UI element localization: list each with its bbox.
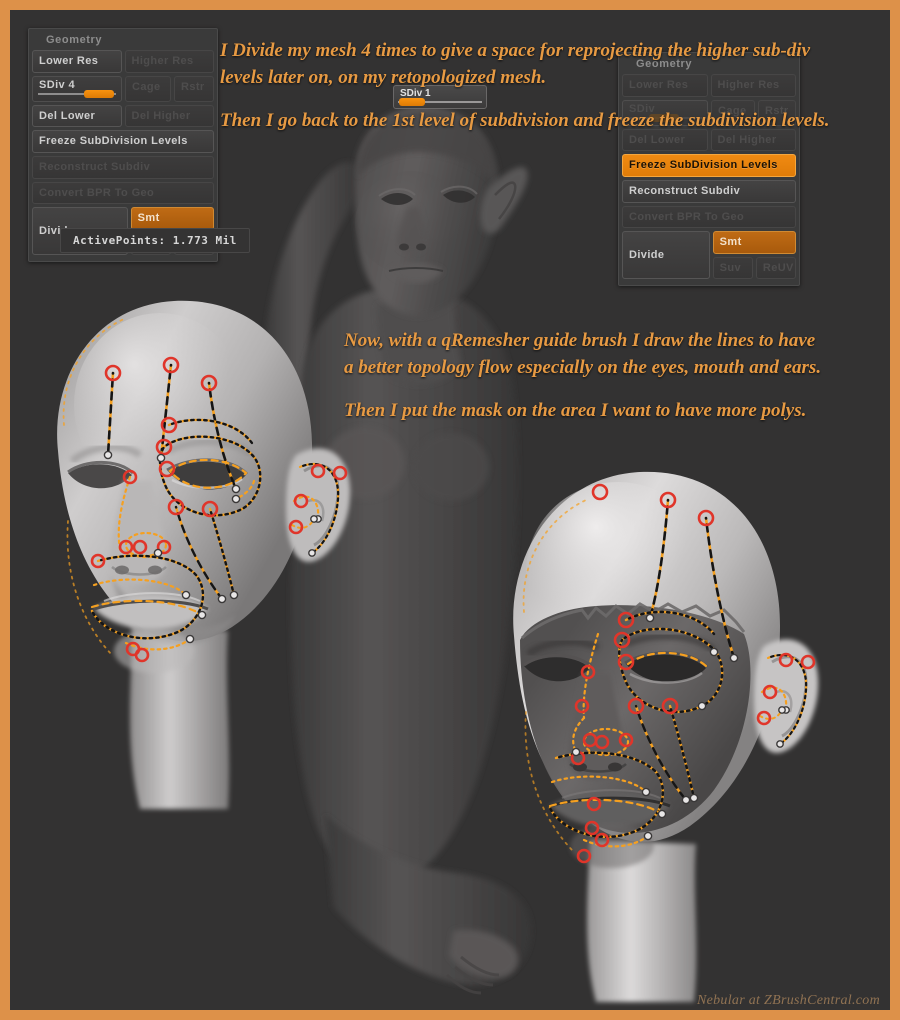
- freeze-row-left: Freeze SubDivision Levels: [32, 130, 214, 153]
- floating-sdiv-slider[interactable]: SDiv 1: [393, 85, 487, 109]
- panel-title-right: Geometry: [636, 58, 693, 70]
- cage-button-right: Cage: [711, 99, 755, 126]
- background-model-figure: [264, 106, 532, 995]
- freeze-subdivision-levels-button-right[interactable]: Freeze SubDivision Levels: [622, 154, 796, 177]
- reconstruct-row-left: Reconstruct Subdiv: [32, 155, 214, 179]
- convert-bpr-to-geo-button-right: Convert BPR To Geo: [622, 205, 796, 229]
- sdiv-slider-label-left: SDiv 4: [39, 78, 76, 91]
- cage-button-left: Cage: [125, 75, 171, 102]
- annotation-note-4: Then I put the mask on the area I want t…: [344, 400, 807, 421]
- watermark-credit: Nebular at ZBrushCentral.com: [696, 993, 880, 1008]
- sdiv-row-right: SDiv Cage Rstr: [622, 99, 796, 126]
- smt-toggle-left[interactable]: Smt: [130, 207, 214, 230]
- annotation-note-3: Now, with a qRemesher guide brush I draw…: [344, 330, 822, 378]
- higher-res-button-left: Higher Res: [124, 50, 214, 73]
- del-lower-button-left[interactable]: Del Lower: [32, 104, 122, 128]
- del-higher-button-left: Del Higher: [124, 104, 214, 128]
- freeze-row-right: Freeze SubDivision Levels: [622, 154, 796, 177]
- head-sculpt-right-masked[interactable]: [478, 440, 838, 1010]
- rstr-button-right: Rstr: [758, 99, 796, 126]
- divide-options-right: Smt Suv ReUV: [712, 231, 797, 280]
- panel-title-left: Geometry: [46, 34, 103, 46]
- floating-sdiv-knob[interactable]: [399, 98, 425, 106]
- reconstruct-row-right: Reconstruct Subdiv: [622, 179, 796, 203]
- divide-button-right[interactable]: Divide: [622, 231, 710, 280]
- res-row-left: Lower Res Higher Res: [32, 50, 214, 73]
- reconstruct-subdiv-button-left: Reconstruct Subdiv: [32, 155, 214, 179]
- sdiv-slider-knob-left[interactable]: [84, 89, 115, 98]
- active-points-readout: ActivePoints: 1.773 Mil: [60, 228, 250, 253]
- sdiv-slider-label-right: SDiv: [629, 102, 656, 115]
- lower-res-button-left[interactable]: Lower Res: [32, 50, 122, 73]
- del-row-left: Del Lower Del Higher: [32, 104, 214, 128]
- convert-row-right: Convert BPR To Geo: [622, 205, 796, 229]
- res-row-right: Lower Res Higher Res: [622, 74, 796, 97]
- reuv-toggle-right: ReUV: [755, 256, 797, 280]
- convert-bpr-to-geo-button-left: Convert BPR To Geo: [32, 181, 214, 205]
- sdiv-slider-right: SDiv: [622, 99, 708, 126]
- del-higher-button-right: Del Higher: [710, 128, 796, 152]
- screenshot-frame: Geometry Lower Res Higher Res SDiv 4 Cag…: [0, 0, 900, 1020]
- smt-toggle-right[interactable]: Smt: [712, 231, 796, 254]
- convert-row-left: Convert BPR To Geo: [32, 181, 214, 205]
- freeze-subdivision-levels-button-left[interactable]: Freeze SubDivision Levels: [32, 130, 214, 153]
- higher-res-button-right: Higher Res: [710, 74, 796, 97]
- zbrush-canvas[interactable]: Geometry Lower Res Higher Res SDiv 4 Cag…: [10, 10, 890, 1010]
- sdiv-slider-left[interactable]: SDiv 4: [32, 75, 122, 102]
- del-lower-button-right: Del Lower: [622, 128, 708, 152]
- reconstruct-subdiv-button-right[interactable]: Reconstruct Subdiv: [622, 179, 796, 203]
- suv-reuv-row-right: Suv ReUV: [712, 256, 797, 280]
- divide-row-right: Divide Smt Suv ReUV: [622, 231, 797, 280]
- rstr-button-left: Rstr: [174, 75, 214, 102]
- sdiv-row-left: SDiv 4 Cage Rstr: [32, 75, 214, 102]
- del-row-right: Del Lower Del Higher: [622, 128, 796, 152]
- sdiv-slider-knob-right: [649, 113, 680, 122]
- head-sculpt-left[interactable]: [28, 275, 358, 835]
- lower-res-button-right: Lower Res: [622, 74, 708, 97]
- suv-toggle-right: Suv: [712, 256, 753, 280]
- geometry-panel-right[interactable]: Geometry Lower Res Higher Res SDiv Cage …: [618, 52, 800, 287]
